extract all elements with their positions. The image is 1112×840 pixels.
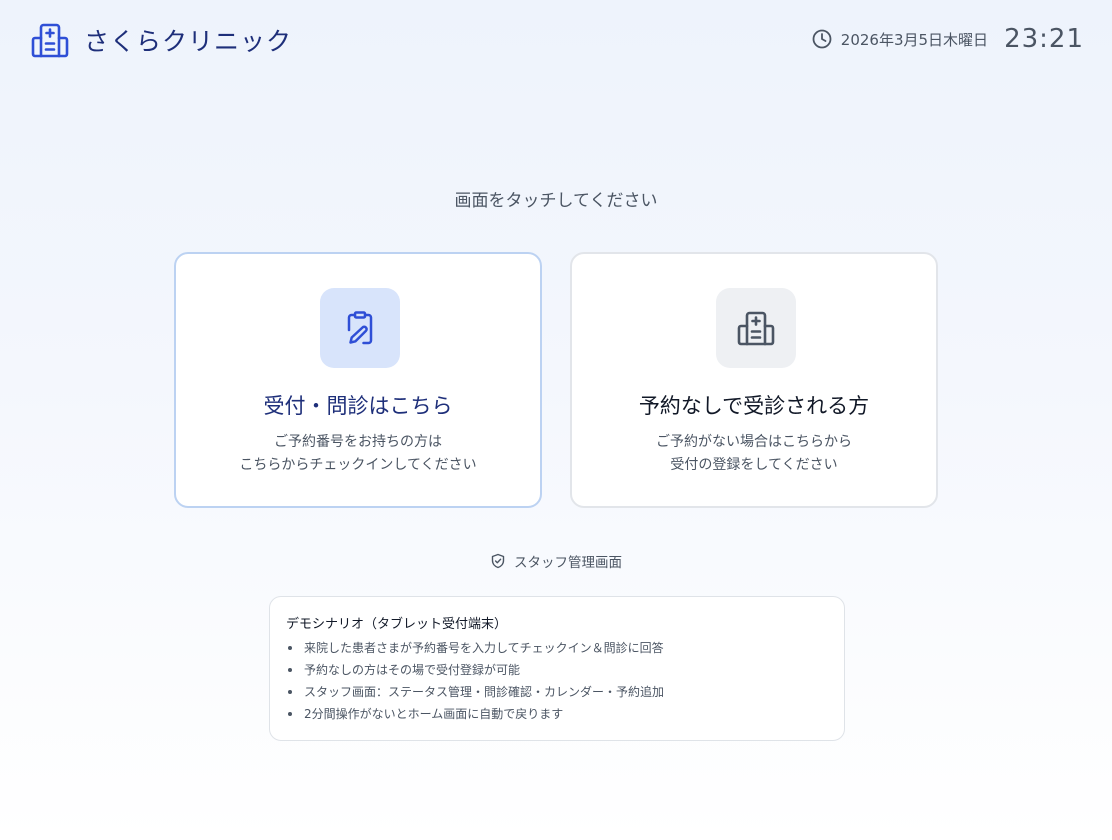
walkin-description: ご予約がない場合はこちらから 受付の登録をしてください [572,431,936,477]
shield-check-icon [491,553,505,569]
walkin-icon-box [716,288,796,368]
list-item: 来院した患者さまが予約番号を入力してチェックイン＆問診に回答 [286,637,664,659]
date-time: 2026年3月5日木曜日 23:21 [811,24,1084,54]
demo-title: デモシナリオ（タブレット受付端末） [286,617,508,632]
brand: さくらクリニック [30,20,292,60]
clock-icon [812,29,832,49]
checkin-icon-box [320,288,400,368]
checkin-description: ご予約番号をお持ちの方は こちらからチェックインしてください [176,431,540,477]
list-item: 2分間操作がないとホーム画面に自動で戻ります [286,703,664,725]
clipboard-pen-icon [347,311,373,345]
walkin-card[interactable]: 予約なしで受診される方 ご予約がない場合はこちらから 受付の登録をしてください [570,252,938,508]
demo-list: 来院した患者さまが予約番号を入力してチェックイン＆問診に回答 予約なしの方はその… [286,637,664,725]
checkin-desc-line: こちらからチェックインしてください [239,457,477,473]
current-time: 23:21 [1004,24,1084,54]
staff-admin-label: スタッフ管理画面 [514,555,622,571]
checkin-title: 受付・問診はこちら [263,394,453,418]
demo-scenario-box: デモシナリオ（タブレット受付端末） 来院した患者さまが予約番号を入力してチェック… [269,596,845,741]
walkin-desc-line: 受付の登録をしてください [670,457,838,473]
hospital-icon [737,311,775,346]
clinic-name: さくらクリニック [84,27,293,56]
checkin-card[interactable]: 受付・問診はこちら ご予約番号をお持ちの方は こちらからチェックインしてください [174,252,542,508]
list-item: スタッフ画面：ステータス管理・問診確認・カレンダー・予約追加 [286,681,664,703]
header: さくらクリニック 2026年3月5日木曜日 23:21 [0,0,1112,80]
walkin-title: 予約なしで受診される方 [638,394,870,418]
walkin-desc-line: ご予約がない場合はこちらから [656,434,852,450]
staff-admin-link[interactable]: スタッフ管理画面 [0,551,1112,571]
touch-prompt: 画面をタッチしてください [454,191,658,211]
list-item: 予約なしの方はその場で受付登録が可能 [286,659,664,681]
hospital-icon [31,23,69,58]
current-date: 2026年3月5日木曜日 [840,30,989,49]
checkin-desc-line: ご予約番号をお持ちの方は [274,434,442,450]
